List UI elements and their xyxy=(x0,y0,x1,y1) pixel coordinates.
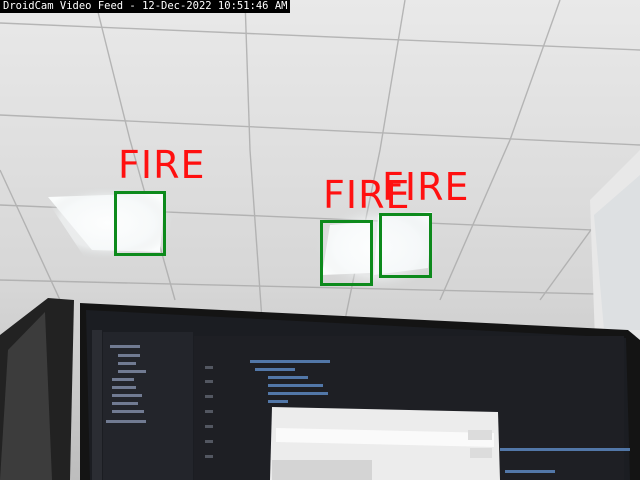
detection-box xyxy=(320,220,373,286)
detection-label: FIRE xyxy=(382,165,470,209)
detection-box xyxy=(114,191,166,256)
detection-label: FIRE xyxy=(118,143,206,187)
window-title-bar: DroidCam Video Feed - 12-Dec-2022 10:51:… xyxy=(0,0,291,13)
detection-box xyxy=(379,213,432,278)
